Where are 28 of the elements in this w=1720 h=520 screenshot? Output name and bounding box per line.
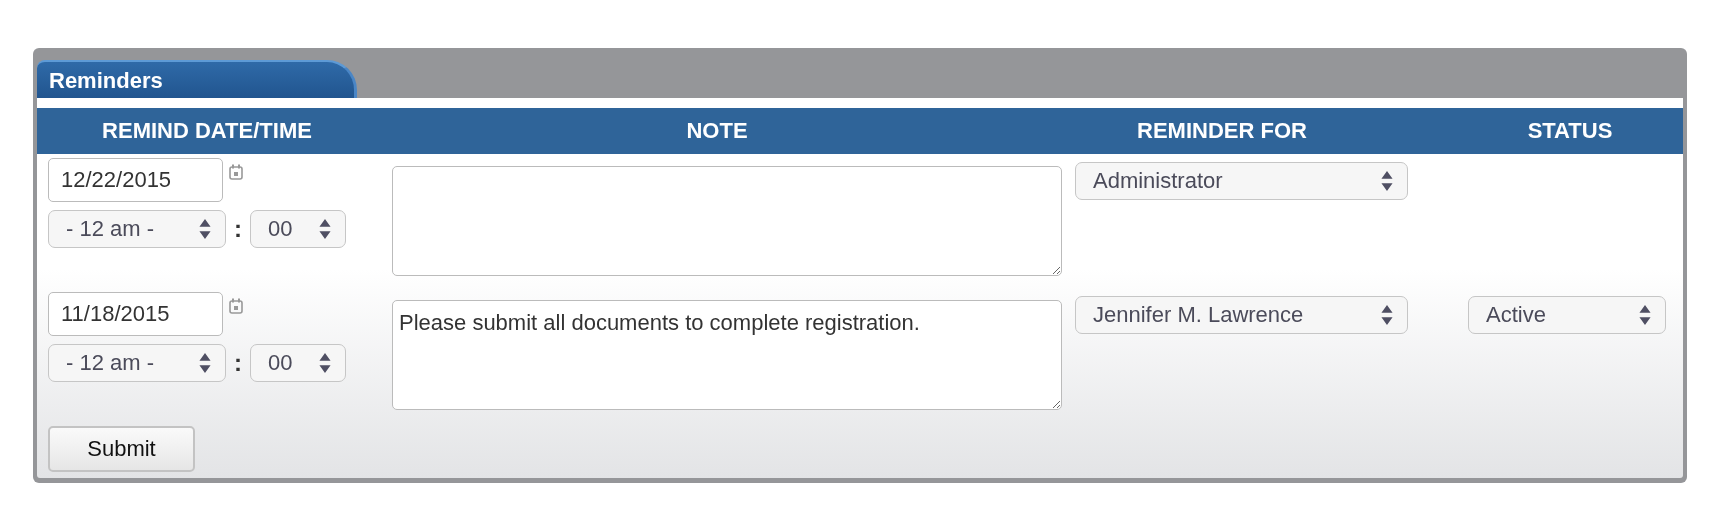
date-field[interactable]: 12/22/2015 (48, 158, 223, 202)
up-down-arrows-icon (1639, 305, 1651, 325)
date-field[interactable]: 11/18/2015 (48, 292, 223, 336)
calendar-icon[interactable] (229, 298, 243, 314)
up-down-arrows-icon (199, 353, 211, 373)
note-field[interactable]: Please submit all documents to complete registration. (392, 300, 1062, 410)
time-separator: : (234, 215, 242, 243)
up-down-arrows-icon (319, 219, 331, 239)
status-dropdown[interactable]: Active (1468, 296, 1666, 334)
hour-dropdown[interactable]: - 12 am - (48, 210, 226, 248)
note-field[interactable] (392, 166, 1062, 276)
up-down-arrows-icon (319, 353, 331, 373)
column-header: NOTE (685, 118, 749, 144)
time-separator: : (234, 349, 242, 377)
minute-dropdown[interactable]: 00 (250, 210, 346, 248)
minute-dropdown[interactable]: 00 (250, 344, 346, 382)
reminder-for-dropdown[interactable]: Administrator (1075, 162, 1408, 200)
up-down-arrows-icon (199, 219, 211, 239)
submit-button[interactable]: Submit (48, 426, 195, 472)
reminder-for-dropdown[interactable]: Jennifer M. Lawrence (1075, 296, 1408, 334)
hour-dropdown[interactable]: - 12 am - (48, 344, 226, 382)
calendar-icon[interactable] (229, 164, 243, 180)
column-header: STATUS (1526, 118, 1614, 144)
up-down-arrows-icon (1381, 305, 1393, 325)
column-header: REMIND DATE/TIME (101, 118, 313, 144)
reminders-tab[interactable]: Reminders (37, 60, 357, 98)
column-header: REMINDER FOR (1136, 118, 1308, 144)
up-down-arrows-icon (1381, 171, 1393, 191)
